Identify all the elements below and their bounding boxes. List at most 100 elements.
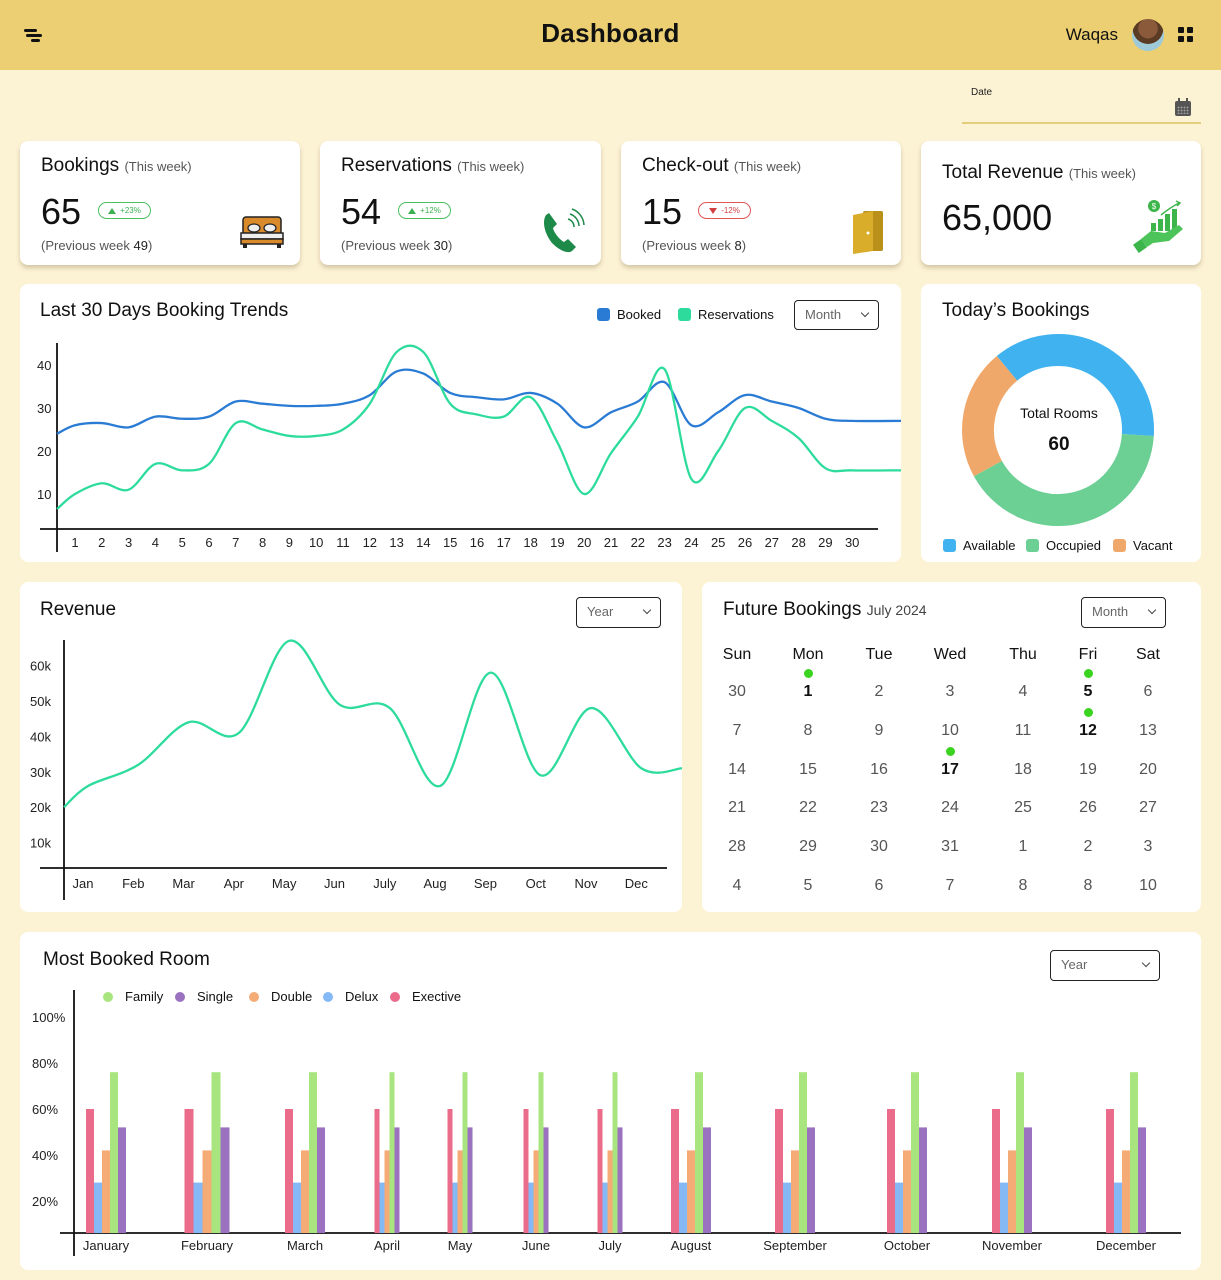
calendar-day[interactable]: 19 [1063,761,1113,779]
calendar-day[interactable]: 30 [854,838,904,856]
calendar-day[interactable]: 12 [1063,722,1113,740]
x-tick-label: March [287,1238,323,1253]
calendar-day[interactable]: 18 [998,761,1048,779]
calendar-day[interactable]: 9 [854,722,904,740]
x-tick-label: Mar [172,876,195,891]
legend-swatch [1113,539,1126,552]
checkout-card: Check-out (This week) 15 -12% (Previous … [621,141,901,265]
calendar-day[interactable]: 8 [1063,877,1113,895]
x-tick-label: Oct [526,876,547,891]
date-field[interactable]: Date [962,84,1201,124]
bar-family [389,1072,395,1233]
calendar-day[interactable]: 8 [998,877,1048,895]
x-tick-label: 12 [363,535,377,550]
arrow-up-icon [408,207,417,214]
x-tick-label: 5 [179,535,186,550]
y-tick-label: 10 [37,487,51,502]
grid-icon[interactable] [1178,27,1193,42]
calendar-day[interactable]: 2 [1063,838,1113,856]
bar-exective [1106,1109,1114,1233]
calendar-day[interactable]: 13 [1123,722,1173,740]
y-tick-label: 100% [32,1010,66,1025]
x-tick-label: 17 [497,535,511,550]
bar-family [911,1072,919,1233]
calendar-day[interactable]: 15 [783,761,833,779]
bar-family [309,1072,317,1233]
avatar[interactable] [1132,19,1164,51]
calendar-day[interactable]: 17 [925,761,975,779]
bar-single [1024,1127,1032,1233]
calendar-day[interactable]: 11 [998,722,1048,740]
calendar-day[interactable]: 4 [998,683,1048,701]
bar-delux [602,1182,608,1233]
y-tick-label: 40% [32,1148,58,1163]
calendar-day[interactable]: 14 [712,761,762,779]
calendar-day[interactable]: 28 [712,838,762,856]
arrow-down-icon [709,207,718,214]
calendar-day[interactable]: 3 [1123,838,1173,856]
x-tick-label: 18 [523,535,537,550]
bar-exective [374,1109,380,1233]
revenue-line [63,639,682,809]
future-period-dropdown[interactable]: Month [1081,597,1166,628]
calendar-day[interactable]: 16 [854,761,904,779]
bar-double [457,1150,463,1233]
x-tick-label: January [83,1238,130,1253]
calendar-day[interactable]: 5 [1063,683,1113,701]
y-tick-label: 60% [32,1102,58,1117]
calendar-day[interactable]: 10 [1123,877,1173,895]
calendar-day[interactable]: 31 [925,838,975,856]
arrow-up-icon [108,207,117,214]
calendar-day[interactable]: 26 [1063,799,1113,817]
x-tick-label: 10 [309,535,323,550]
calendar-day[interactable]: 25 [998,799,1048,817]
calendar-day[interactable]: 21 [712,799,762,817]
calendar-day[interactable]: 4 [712,877,762,895]
calendar-day[interactable]: 1 [998,838,1048,856]
calendar-day[interactable]: 3 [925,683,975,701]
y-tick-label: 40 [37,358,51,373]
phone-icon [544,208,585,253]
x-tick-label: Feb [122,876,144,891]
revenue-panel: Revenue Year 10k 20k 30k 40k 50k 60k Jan Feb Mar… [20,582,682,912]
todays-bookings-donut [962,334,1154,526]
weekday-header: Tue [865,646,893,663]
calendar-day[interactable]: 23 [854,799,904,817]
calendar-day[interactable]: 22 [783,799,833,817]
x-tick-label: 11 [336,535,350,550]
calendar-icon[interactable] [1175,98,1191,116]
bar-single [807,1127,815,1233]
calendar-day[interactable]: 29 [783,838,833,856]
bar-delux [293,1182,301,1233]
calendar-day[interactable]: 6 [1123,683,1173,701]
calendar-day[interactable]: 1 [783,683,833,701]
bar-single [919,1127,927,1233]
weekday-header: Sun [722,646,752,663]
bar-delux [783,1182,791,1233]
calendar-day[interactable]: 24 [925,799,975,817]
calendar-day[interactable]: 7 [712,722,762,740]
calendar-day[interactable]: 6 [854,877,904,895]
x-tick-label: 28 [791,535,805,550]
calendar-day[interactable]: 30 [712,683,762,701]
calendar-day[interactable]: 10 [925,722,975,740]
bar-family [538,1072,544,1233]
user-name[interactable]: Waqas [1066,25,1118,45]
top-bar: Dashboard Waqas [0,0,1221,70]
calendar-day[interactable]: 7 [925,877,975,895]
bar-family [211,1072,221,1233]
calendar-day[interactable]: 8 [783,722,833,740]
calendar-day[interactable]: 5 [783,877,833,895]
calendar-day[interactable]: 2 [854,683,904,701]
stat-value: 65 [41,191,82,232]
x-tick-label: 7 [232,535,239,550]
calendar-day[interactable]: 27 [1123,799,1173,817]
bar-double [1122,1150,1130,1233]
y-tick-label: 20 [37,444,51,459]
x-tick-label: 26 [738,535,752,550]
weekday-header: Thu [1009,646,1037,663]
x-tick-label: July [598,1238,622,1253]
calendar-day[interactable]: 20 [1123,761,1173,779]
y-tick-label: 10k [30,836,51,851]
bar-family [462,1072,468,1233]
